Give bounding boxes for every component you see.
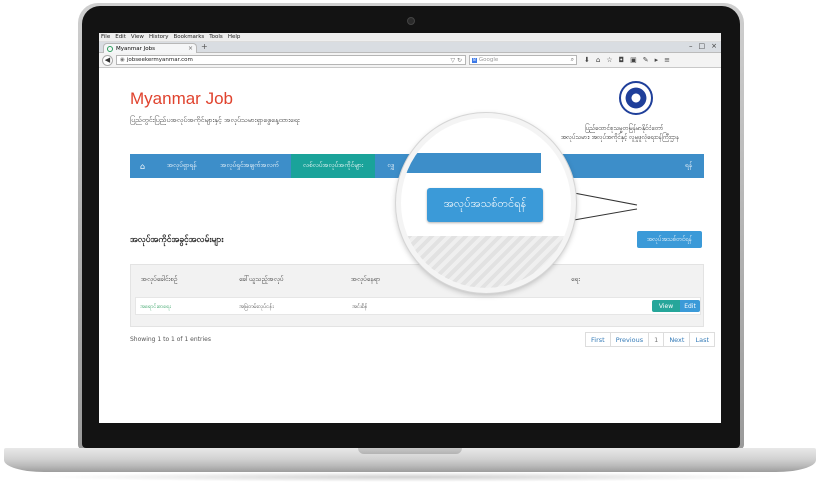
search-placeholder: Google xyxy=(478,57,499,63)
nav-home-icon[interactable]: ⌂ xyxy=(130,154,155,178)
reload-icon[interactable]: ▽ ↻ xyxy=(450,57,462,64)
browser-menubar: File Edit View History Bookmarks Tools H… xyxy=(99,33,721,42)
table-row: အရောင်းစာရေး အမြဲတမ်းလုပ်ငန်း အင်းစိန် V… xyxy=(135,297,701,315)
globe-icon: ◉ xyxy=(120,57,125,63)
home-icon[interactable]: ⌂ xyxy=(596,56,600,64)
webcam-icon xyxy=(407,17,415,25)
laptop-base-notch xyxy=(358,448,462,454)
pager-previous[interactable]: Previous xyxy=(611,333,650,346)
maximize-icon[interactable]: □ xyxy=(699,42,706,50)
url-bar[interactable]: ◉ jobseekermyanmar.com ▽ ↻ xyxy=(116,55,466,65)
extension-icon[interactable]: ▣ xyxy=(630,56,637,64)
entries-info: Showing 1 to 1 of 1 entries xyxy=(130,336,211,343)
magnified-new-job-button[interactable]: အလုပ်အသစ်တင်ရန် xyxy=(427,188,543,222)
nav-employer-info[interactable]: အလုပ်ရှင်အချက်အလက် xyxy=(208,154,291,178)
new-job-button[interactable]: အလုပ်အသစ်တင်ရန် xyxy=(637,231,702,248)
column-header-type[interactable]: ခေါ်ယူသည့်အလုပ် xyxy=(239,275,284,285)
menu-file[interactable]: File xyxy=(101,34,110,40)
minimize-icon[interactable]: – xyxy=(689,42,693,50)
search-engine-icon[interactable]: 8 xyxy=(472,57,477,63)
download-icon[interactable]: ⬇ xyxy=(584,56,590,64)
new-tab-button[interactable]: + xyxy=(201,42,208,51)
nav-vacancies[interactable]: လစ်လပ်အလုပ်အကိုင်များ xyxy=(290,154,376,178)
column-header-date[interactable]: ရေး xyxy=(571,275,580,285)
pager-first[interactable]: First xyxy=(586,333,611,346)
menu-view[interactable]: View xyxy=(131,34,144,40)
menu-edit[interactable]: Edit xyxy=(115,34,126,40)
pager-next[interactable]: Next xyxy=(664,333,691,346)
tab-close-icon[interactable]: × xyxy=(188,45,193,52)
tab-title: Myanmar Jobs xyxy=(116,45,155,52)
pager-last[interactable]: Last xyxy=(690,333,714,346)
star-icon[interactable]: ☆ xyxy=(606,56,612,64)
magnified-nav-bar xyxy=(401,153,541,173)
favicon-icon xyxy=(107,45,113,52)
pagination: First Previous 1 Next Last xyxy=(585,332,716,347)
window-close-icon[interactable]: × xyxy=(711,42,717,50)
job-title-link[interactable]: အရောင်းစာရေး xyxy=(140,303,171,311)
nav-item-5[interactable]: ရန် xyxy=(673,154,704,178)
view-button[interactable]: View xyxy=(652,300,680,312)
org-name-line1: ပြည်ထောင်စုသမ္မတမြန်မာနိုင်ငံတော် xyxy=(585,125,664,132)
window-controls: – □ × xyxy=(689,42,717,50)
search-icon[interactable]: ⌕ xyxy=(571,56,574,64)
menu-help[interactable]: Help xyxy=(228,34,241,40)
job-location: အင်းစိန် xyxy=(352,304,368,310)
browser-tab[interactable]: Myanmar Jobs × xyxy=(103,43,197,53)
column-header-location[interactable]: အလုပ်နေရာ xyxy=(351,275,380,285)
menu-tools[interactable]: Tools xyxy=(209,34,223,40)
search-bar[interactable]: 8 Google ⌕ xyxy=(469,55,577,65)
browser-toolbar-icons: ⬇ ⌂ ☆ ◘ ▣ ✎ ▸ ≡ xyxy=(584,56,670,64)
edit-button[interactable]: Edit xyxy=(680,300,700,312)
menu-history[interactable]: History xyxy=(149,34,169,40)
ministry-logo-icon xyxy=(619,81,653,115)
url-text: jobseekermyanmar.com xyxy=(126,57,193,63)
browser-tabstrip: Myanmar Jobs × + – □ × xyxy=(99,42,721,53)
job-type: အမြဲတမ်းလုပ်ငန်း xyxy=(239,304,274,310)
column-header-title[interactable]: အလုပ်ခေါင်းစဉ် xyxy=(141,275,177,285)
org-name-line2: အလုပ်သမား၊ အလုပ်အကိုင်နှင့် လူမှုဖူလုံရေ… xyxy=(561,134,680,141)
site-subtitle: ပြည်တွင်းပြည်ပအလုပ်အကိုင်များနှင့် အလုပ်… xyxy=(130,116,300,124)
magnified-table-area xyxy=(401,236,571,288)
screenshot-icon[interactable]: ◘ xyxy=(619,56,625,64)
nav-find-job[interactable]: အလုပ်ရှာရန် xyxy=(155,154,208,178)
laptop-shadow xyxy=(40,472,780,482)
browser-navbar: ◀ ◉ jobseekermyanmar.com ▽ ↻ 8 Google ⌕ … xyxy=(99,53,721,68)
menu-icon[interactable]: ≡ xyxy=(664,56,670,64)
menu-bookmarks[interactable]: Bookmarks xyxy=(174,34,205,40)
pin-icon[interactable]: ▸ xyxy=(655,56,659,64)
section-heading: အလုပ်အကိုင်အခွင့်အလမ်းများ xyxy=(130,235,224,245)
back-arrow-icon[interactable]: ◀ xyxy=(102,54,113,66)
addon-icon[interactable]: ✎ xyxy=(643,56,649,64)
pager-current[interactable]: 1 xyxy=(649,333,665,346)
site-title[interactable]: Myanmar Job xyxy=(130,89,233,109)
magnifier-lens: အလုပ်အသစ်တင်ရန် xyxy=(396,113,576,293)
